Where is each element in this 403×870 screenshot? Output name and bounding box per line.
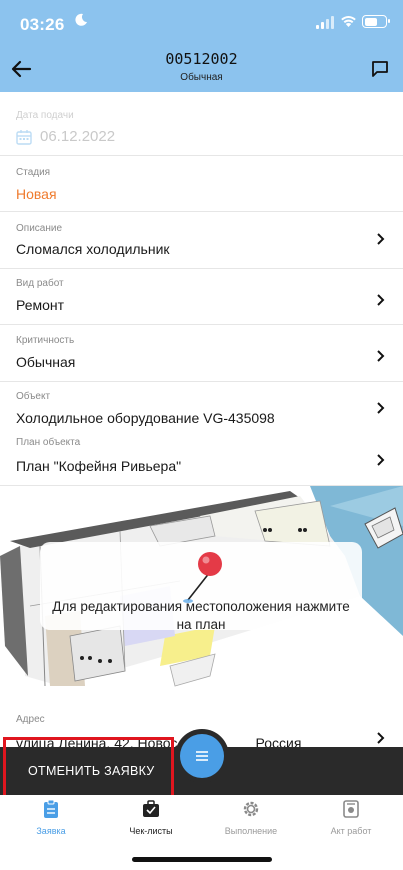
field-value: Сломался холодильник [16, 241, 170, 257]
field-label: План объекта [16, 437, 81, 448]
field-criticality[interactable]: Критичность Обычная [0, 325, 403, 382]
tab-request[interactable]: Заявка [1, 799, 101, 839]
field-value: Ремонт [16, 297, 65, 313]
chevron-right-icon[interactable] [375, 732, 385, 744]
screen: 03:26 00512002 Обычная Дата подачи 06.12… [0, 0, 403, 870]
address-label: Адрес [16, 714, 45, 725]
stage-value: Новая [16, 186, 57, 202]
gear-icon [243, 801, 259, 817]
tab-label: Заявка [36, 826, 66, 836]
field-work-type[interactable]: Вид работ Ремонт [0, 269, 403, 325]
field-label: Дата подачи [16, 110, 74, 121]
field-value: План "Кофейня Ривьера" [16, 458, 182, 474]
highlight-box [3, 737, 174, 799]
menu-icon [196, 751, 208, 761]
chevron-right-icon [377, 233, 385, 245]
briefcase-check-icon [143, 800, 159, 817]
chevron-right-icon [377, 454, 385, 466]
status-bar: 03:26 [0, 0, 403, 46]
tab-work-act[interactable]: Акт работ [301, 799, 401, 839]
field-label: Стадия [16, 167, 51, 178]
field-object-plan[interactable]: План объекта План "Кофейня Ривьера" [0, 433, 403, 486]
clipboard-icon [44, 799, 58, 818]
menu-fab-button[interactable] [180, 734, 224, 778]
field-object[interactable]: Объект Холодильное оборудование VG-43509… [0, 382, 403, 433]
moon-icon [75, 13, 87, 26]
tab-label: Выполнение [224, 826, 278, 836]
home-indicator [132, 857, 272, 862]
field-value: 06.12.2022 [40, 128, 116, 145]
calendar-icon [16, 130, 32, 145]
chevron-right-icon [377, 402, 385, 414]
tab-label: Акт работ [330, 826, 372, 836]
field-label: Объект [16, 391, 51, 402]
chat-icon[interactable] [371, 60, 389, 78]
chevron-right-icon [377, 294, 385, 306]
field-value: Обычная [16, 354, 76, 370]
chevron-right-icon [377, 350, 385, 362]
request-number: 00512002 [165, 50, 238, 68]
field-description[interactable]: Описание Сломался холодильник [0, 212, 403, 269]
signal-icon [316, 16, 334, 29]
field-label: Описание [16, 223, 63, 234]
header-bar: 03:26 00512002 Обычная [0, 0, 403, 92]
status-time: 03:26 [20, 15, 65, 34]
field-value: Холодильное оборудование VG-435098 [16, 410, 275, 426]
field-stage: Стадия Новая [0, 156, 403, 212]
request-type: Обычная [180, 72, 223, 83]
location-pin-icon[interactable] [180, 550, 230, 606]
wifi-icon [341, 16, 356, 27]
field-date: Дата подачи 06.12.2022 [0, 92, 403, 156]
battery-icon [362, 15, 390, 28]
tab-checklists[interactable]: Чек-листы [101, 799, 201, 839]
field-label: Критичность [16, 335, 75, 346]
tab-label: Чек-листы [129, 826, 173, 836]
tab-execution[interactable]: Выполнение [201, 799, 301, 839]
field-label: Вид работ [16, 278, 64, 289]
act-icon [343, 800, 359, 818]
